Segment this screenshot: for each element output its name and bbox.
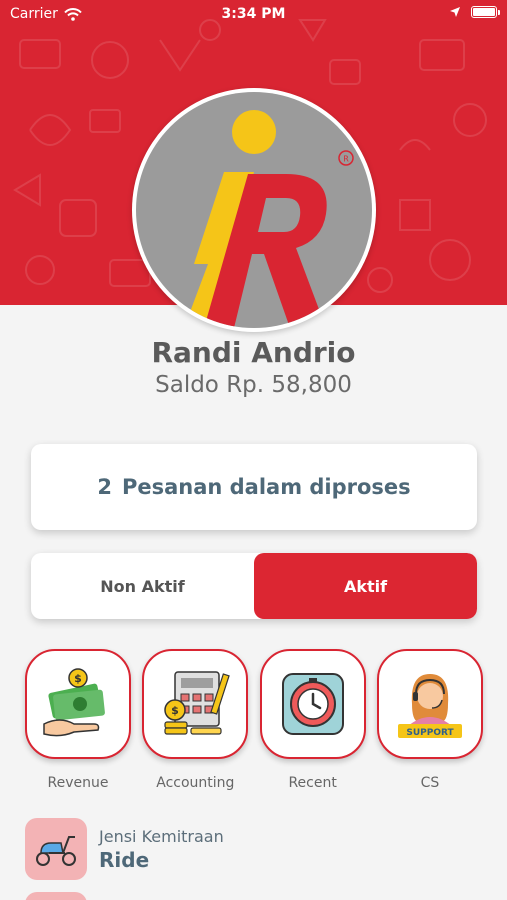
partnership-label: Jensi Kemitraan: [99, 826, 224, 846]
status-toggle: Non Aktif Aktif: [31, 553, 477, 619]
active-option[interactable]: Aktif: [254, 553, 477, 619]
menu-revenue-tile[interactable]: $: [25, 649, 131, 759]
profile-logo: R: [132, 88, 376, 332]
scooter-icon: [36, 836, 76, 866]
svg-text:$: $: [172, 704, 180, 717]
menu-recent-tile[interactable]: [259, 649, 366, 759]
menu-cs[interactable]: SUPPORT CS: [376, 649, 484, 791]
timer-icon: [281, 673, 344, 735]
support-agent-icon: SUPPORT: [397, 674, 462, 738]
menu-revenue[interactable]: $ Revenue: [24, 649, 132, 791]
support-badge-text: SUPPORT: [406, 728, 454, 738]
menu-accounting[interactable]: $ Accounting: [141, 649, 249, 791]
partnership-icon-box: [25, 818, 87, 880]
brand-logo-icon: R: [184, 110, 354, 328]
orders-in-progress-card[interactable]: 2 Pesanan dalam diproses: [31, 444, 477, 530]
menu-cs-tile[interactable]: SUPPORT: [376, 649, 483, 759]
partnership-row[interactable]: Jensi Kemitraan Ride: [25, 818, 485, 880]
partnership-value: Ride: [99, 847, 150, 872]
user-name: Randi Andrio: [151, 336, 356, 369]
menu-accounting-label: Accounting: [156, 775, 235, 791]
balance-text: Saldo Rp. 58,800: [155, 372, 352, 398]
menu-recent[interactable]: Recent: [259, 649, 367, 791]
status-bar: Carrier 3:34 PM: [0, 0, 507, 28]
menu-cs-label: CS: [420, 775, 440, 791]
svg-text:$: $: [74, 672, 82, 685]
svg-text:R: R: [343, 155, 349, 164]
orders-count: 2: [97, 475, 112, 499]
menu-revenue-label: Revenue: [47, 775, 109, 791]
battery-icon: [471, 6, 500, 18]
status-time: 3:34 PM: [221, 6, 286, 22]
menu-accounting-tile[interactable]: $: [142, 649, 249, 759]
inactive-option[interactable]: Non Aktif: [31, 553, 254, 619]
location-arrow-icon: [450, 7, 460, 17]
next-list-item-icon: [25, 892, 87, 900]
menu-grid: $ Revenue $ Accounting Recent SUPPORT CS: [24, 649, 484, 791]
calculator-icon: $: [164, 671, 231, 735]
orders-text: Pesanan dalam diproses: [121, 475, 411, 499]
menu-recent-label: Recent: [288, 775, 337, 791]
money-hand-icon: $: [43, 668, 105, 737]
